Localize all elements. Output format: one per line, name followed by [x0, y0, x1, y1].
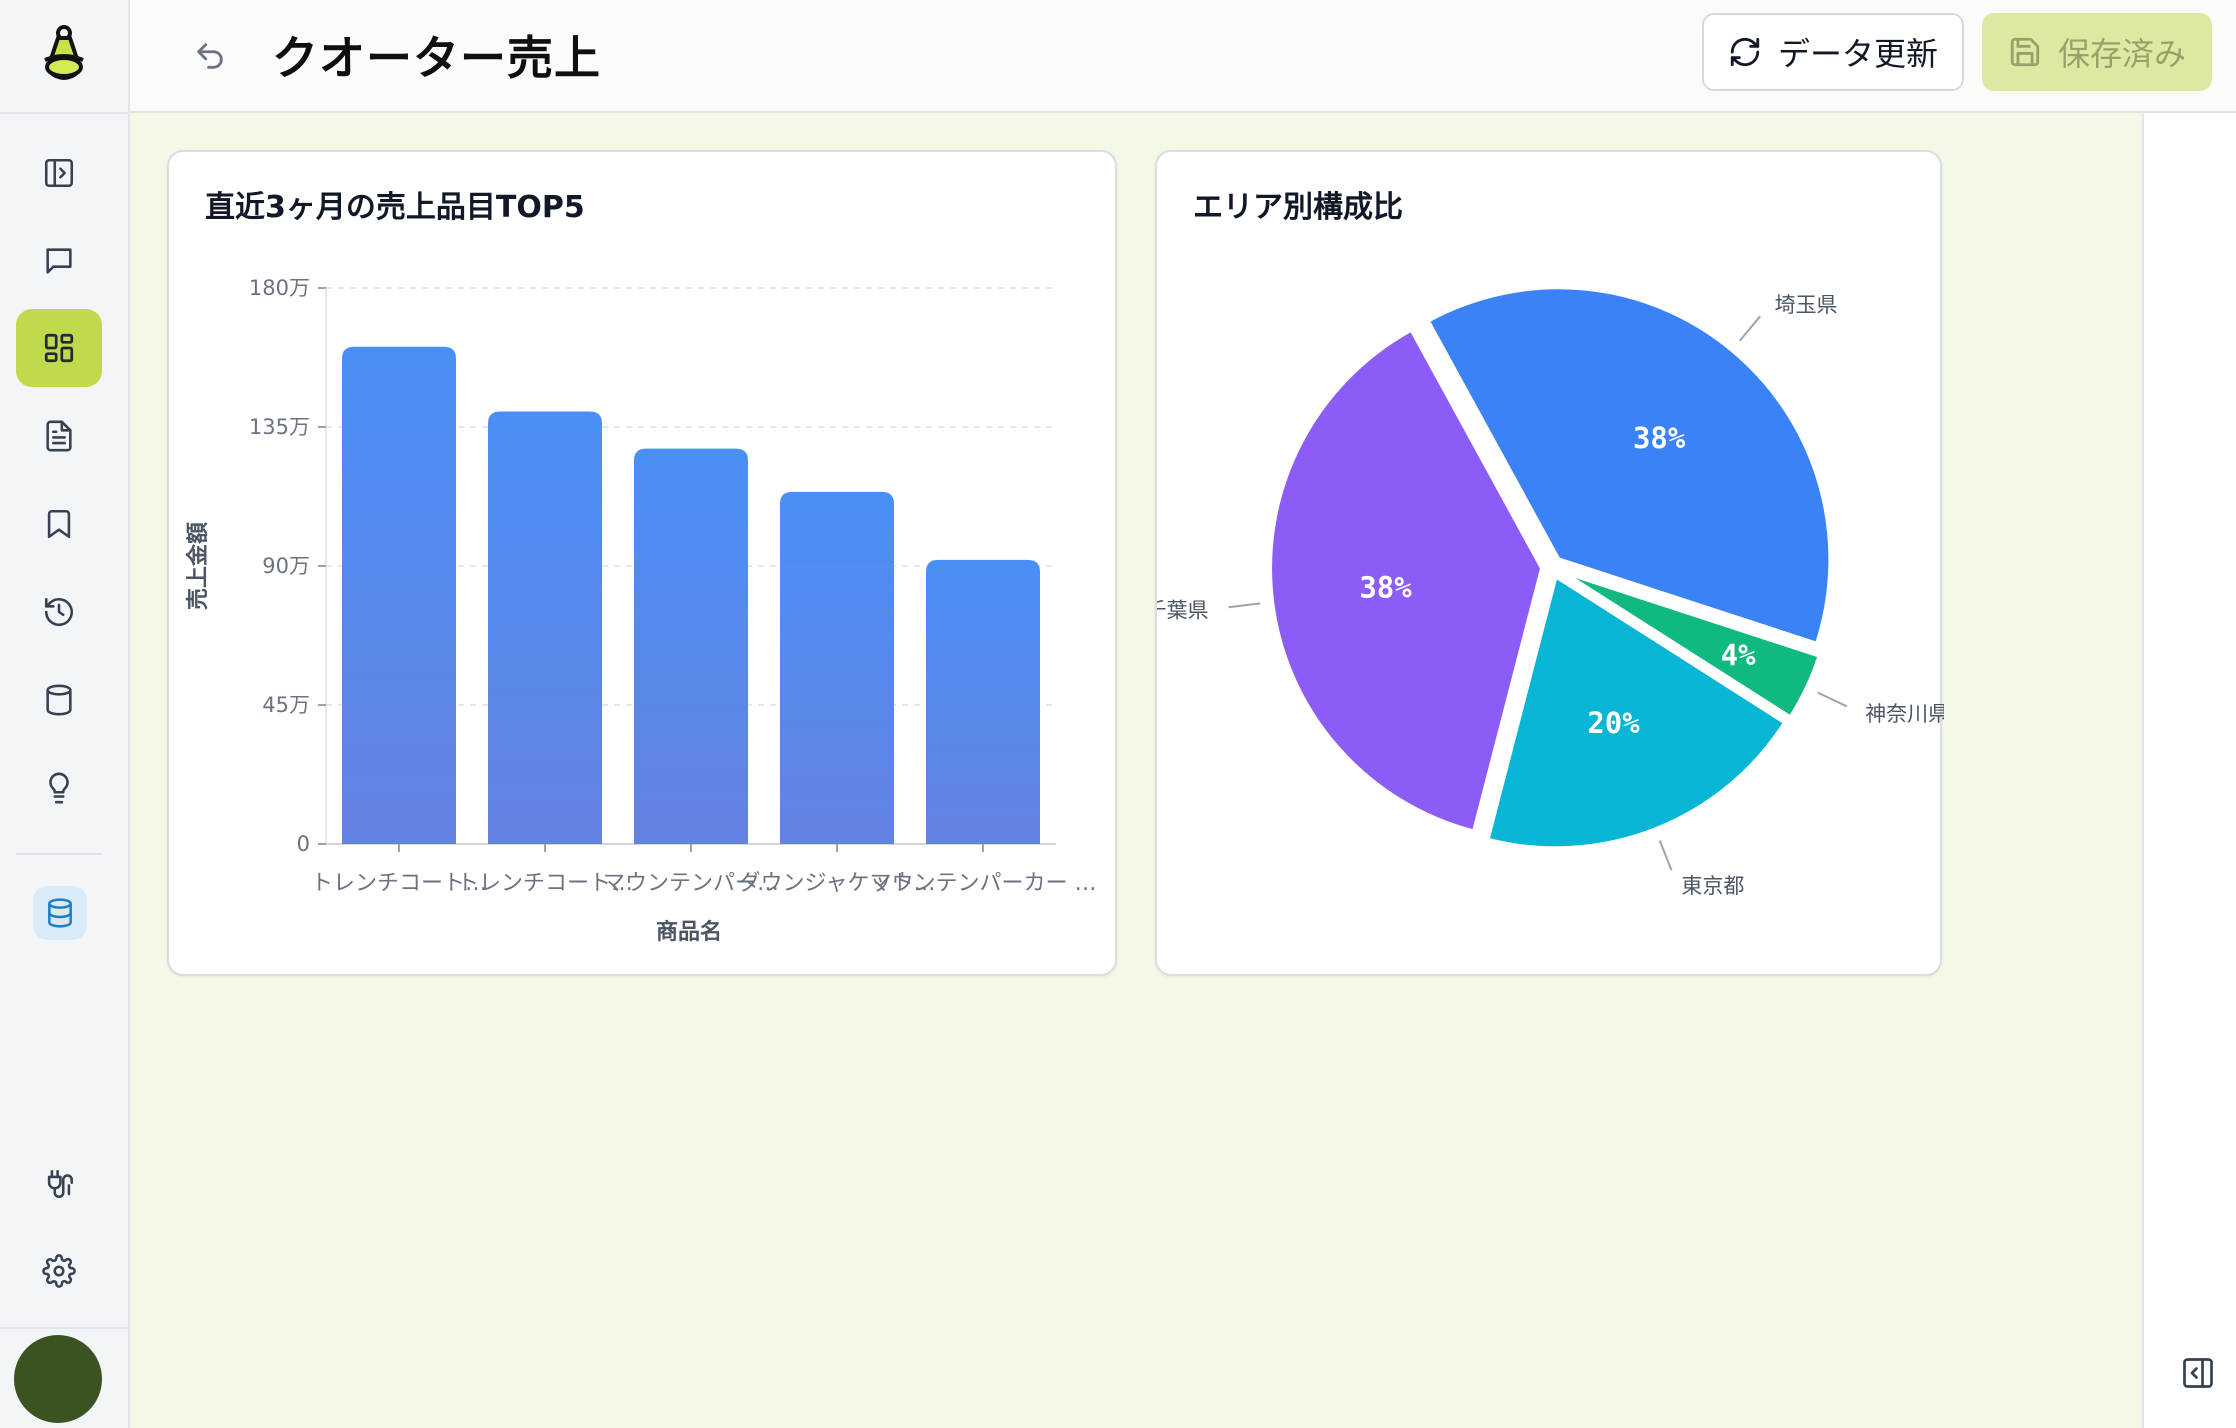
pie-percent-label: 4% [1721, 638, 1756, 672]
x-tick-label: マウンテンパーカー … [870, 871, 1097, 896]
y-tick-label: 135万 [249, 415, 310, 439]
chat-icon [46, 248, 72, 274]
saved-button[interactable]: 保存済み [1982, 13, 2212, 91]
pie-leader-line [1739, 315, 1762, 342]
database-icon [48, 898, 72, 928]
refresh-data-label: データ更新 [1777, 35, 1938, 73]
pie-percent-label: 38% [1633, 421, 1686, 455]
sidebar-item-dashboard[interactable] [16, 309, 102, 387]
pie-chart: 埼玉県神奈川県東京都 千葉県 38% 4% 20% 38% [1157, 285, 1944, 898]
bar[interactable] [780, 491, 894, 844]
avatar[interactable] [14, 1335, 102, 1423]
dashboard-icon [44, 333, 74, 363]
right-panel [2142, 113, 2236, 1428]
refresh-data-button[interactable]: データ更新 [1702, 13, 1964, 91]
refresh-icon [1730, 37, 1760, 67]
pie-percent-label: 20% [1587, 706, 1640, 740]
save-icon [2010, 37, 2040, 67]
bar-chart-card[interactable]: 直近3ヶ月の売上品目TOP5 0 45万 90万 135万 180万 トレンチコート… ト… [167, 150, 1117, 976]
y-axis-title: 売上金額 [185, 522, 211, 610]
sidebar-item-documents[interactable] [16, 397, 102, 475]
sidebar-divider [0, 112, 130, 114]
sidebar [0, 0, 130, 1428]
lightbulb-icon [49, 772, 69, 804]
saved-label: 保存済み [2057, 35, 2186, 73]
bar[interactable] [342, 346, 456, 844]
y-tick-label: 45万 [262, 693, 310, 717]
pie-leader-line [1228, 602, 1261, 609]
back-button[interactable] [186, 32, 234, 80]
bar[interactable] [926, 559, 1040, 844]
sidebar-item-bookmarks[interactable] [16, 485, 102, 563]
sidebar-item-chat[interactable] [16, 222, 102, 300]
right-panel-toggle-button[interactable] [2180, 1355, 2216, 1391]
bookmark-icon [47, 509, 71, 539]
pie-category-label: 埼玉県 [1774, 293, 1837, 317]
sidebar-separator [16, 853, 102, 855]
logo[interactable] [32, 22, 96, 86]
sidebar-divider [0, 1327, 130, 1329]
y-tick-label: 180万 [249, 276, 310, 300]
y-tick-label: 90万 [262, 554, 310, 578]
pie-category-label: 神奈川県 [1865, 702, 1944, 726]
pie-category-label: 千葉県 [1157, 598, 1209, 622]
bar-chart: 045万90万135万180万 トレンチコート…トレンチコート…マウンテンパー…… [185, 276, 1097, 945]
gear-icon [42, 1254, 76, 1288]
pie-category-label: 東京都 [1681, 874, 1744, 898]
history-icon [44, 597, 74, 627]
pie-chart-card[interactable]: エリア別構成比 埼玉県神奈川県東京都千葉県 38%4%20%38% [1155, 150, 1944, 976]
database-icon [46, 684, 72, 716]
x-axis-title: 商品名 [656, 919, 722, 945]
bar[interactable] [488, 411, 602, 844]
dashboard-canvas: 直近3ヶ月の売上品目TOP5 0 45万 90万 135万 180万 トレンチコート… ト… [130, 113, 2142, 1428]
sidebar-item-history[interactable] [16, 573, 102, 651]
pie-percent-label: 38% [1359, 571, 1412, 605]
sidebar-toggle-button[interactable] [16, 134, 102, 212]
sidebar-item-database[interactable] [16, 661, 102, 739]
y-tick-label: 0 [297, 832, 310, 856]
sidebar-toggle-icon [44, 158, 74, 188]
plug-icon [47, 1169, 74, 1199]
document-icon [46, 420, 72, 452]
pie-leader-line [1817, 691, 1848, 708]
page-title: クオーター売上 [272, 31, 601, 85]
sidebar-item-datasource[interactable] [33, 886, 87, 940]
sidebar-item-integrations[interactable] [16, 1145, 102, 1223]
header: クオーター売上 データ更新 保存済み [130, 0, 2236, 113]
sidebar-item-ideas[interactable] [16, 749, 102, 827]
sidebar-item-settings[interactable] [16, 1232, 102, 1310]
panel-expand-icon [2183, 1358, 2213, 1388]
undo-arrow-icon [197, 43, 223, 69]
pie-leader-line [1658, 840, 1673, 871]
bar[interactable] [634, 448, 748, 844]
